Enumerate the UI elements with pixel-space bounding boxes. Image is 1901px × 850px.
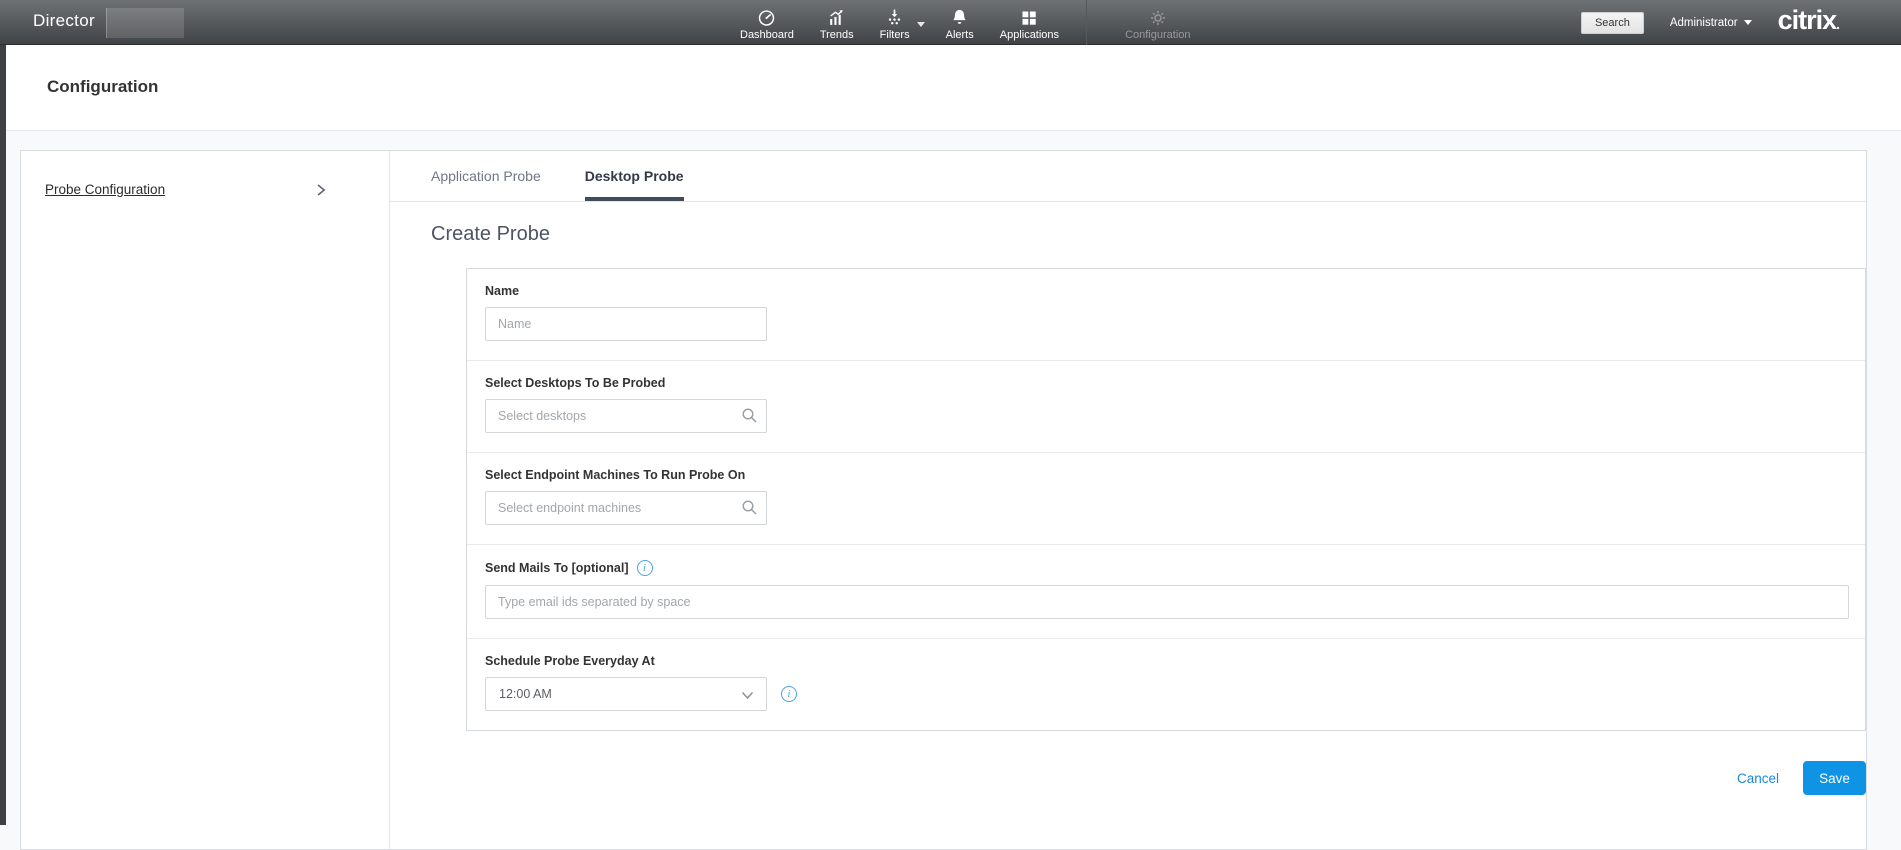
form-footer: Cancel Save	[466, 761, 1866, 795]
selected-time-value: 12:00 AM	[499, 687, 552, 701]
probe-tabs: Application Probe Desktop Probe	[390, 151, 1866, 202]
director-brand: Director	[33, 11, 95, 30]
nav-item-filters[interactable]: Filters	[867, 0, 925, 45]
nav-divider	[1086, 0, 1088, 45]
search-icon[interactable]	[741, 499, 758, 521]
configuration-gear-icon	[1149, 8, 1167, 27]
nav-label: Trends	[819, 29, 854, 41]
alerts-bell-icon	[950, 8, 969, 27]
nav-label: Applications	[999, 29, 1060, 41]
chevron-down-icon	[739, 687, 756, 709]
user-menu-label: Administrator	[1669, 16, 1738, 29]
top-navigation-bar: Director Dashboard Trends Filters Alerts…	[0, 0, 1901, 45]
save-button[interactable]: Save	[1803, 761, 1866, 795]
field-row-endpoints: Select Endpoint Machines To Run Probe On	[467, 453, 1865, 545]
create-probe-form: Create Probe Name Select Desktops To Be …	[390, 202, 1866, 795]
form-fields-box: Name Select Desktops To Be Probed Sel	[466, 268, 1866, 731]
brand-placeholder-box	[106, 8, 184, 38]
schedule-time-select[interactable]: 12:00 AM	[485, 677, 767, 711]
page-title-band: Configuration	[6, 45, 1901, 131]
nav-item-dashboard[interactable]: Dashboard	[727, 0, 807, 45]
applications-grid-icon	[1020, 8, 1038, 27]
nav-label: Alerts	[945, 29, 974, 41]
search-icon[interactable]	[741, 407, 758, 429]
nav-label: Dashboard	[740, 29, 794, 41]
email-ids-input[interactable]	[485, 585, 1849, 619]
field-row-desktops: Select Desktops To Be Probed	[467, 361, 1865, 453]
probe-name-input[interactable]	[485, 307, 767, 341]
info-icon[interactable]: i	[636, 560, 653, 576]
info-icon[interactable]: i	[781, 686, 797, 702]
field-label: Select Endpoint Machines To Run Probe On	[485, 468, 746, 482]
endpoints-search-wrap	[485, 491, 767, 525]
page-title: Configuration	[47, 77, 159, 96]
form-title: Create Probe	[431, 223, 550, 245]
select-desktops-input[interactable]	[485, 399, 767, 433]
field-row-name: Name	[467, 269, 1865, 361]
field-row-schedule: Schedule Probe Everyday At 12:00 AM i	[467, 639, 1865, 730]
content-area: Application Probe Desktop Probe Create P…	[390, 151, 1866, 849]
filters-caret-icon	[916, 22, 925, 27]
chevron-down-icon	[1743, 20, 1752, 25]
chevron-right-icon	[314, 181, 329, 204]
select-endpoint-machines-input[interactable]	[485, 491, 767, 525]
field-row-send-mails: Send Mails To [optional] i	[467, 545, 1865, 639]
tab-application-probe[interactable]: Application Probe	[431, 151, 541, 201]
field-label: Select Desktops To Be Probed	[485, 376, 666, 390]
search-button[interactable]: Search	[1580, 11, 1644, 34]
main-panel: Probe Configuration Application Probe De…	[20, 150, 1867, 850]
nav-item-alerts[interactable]: Alerts	[933, 0, 987, 45]
nav-label: Configuration	[1125, 29, 1191, 41]
topbar-right-group: Search Administrator citrix.	[1580, 0, 1840, 45]
sidebar: Probe Configuration	[21, 151, 390, 849]
field-label: Schedule Probe Everyday At	[485, 654, 655, 668]
nav-item-configuration[interactable]: Configuration	[1105, 0, 1210, 45]
nav-item-applications[interactable]: Applications	[987, 0, 1072, 45]
window-edge-strip	[0, 45, 6, 825]
sidebar-item-label: Probe Configuration	[45, 182, 166, 197]
user-menu[interactable]: Administrator	[1670, 17, 1752, 29]
dashboard-gauge-icon	[757, 8, 776, 27]
nav-item-trends[interactable]: Trends	[807, 0, 867, 45]
filters-icon	[885, 8, 904, 27]
citrix-logo: citrix.	[1777, 5, 1840, 35]
cancel-button[interactable]: Cancel	[1737, 771, 1779, 786]
trends-chart-icon	[827, 8, 846, 27]
primary-nav: Dashboard Trends Filters Alerts Applicat…	[727, 0, 1211, 45]
tab-desktop-probe[interactable]: Desktop Probe	[584, 151, 684, 201]
field-label: Name	[485, 284, 520, 298]
desktops-search-wrap	[485, 399, 767, 433]
sidebar-item-probe-configuration[interactable]: Probe Configuration	[45, 181, 365, 199]
nav-label: Filters	[879, 29, 910, 41]
field-label: Send Mails To [optional]	[485, 561, 629, 575]
